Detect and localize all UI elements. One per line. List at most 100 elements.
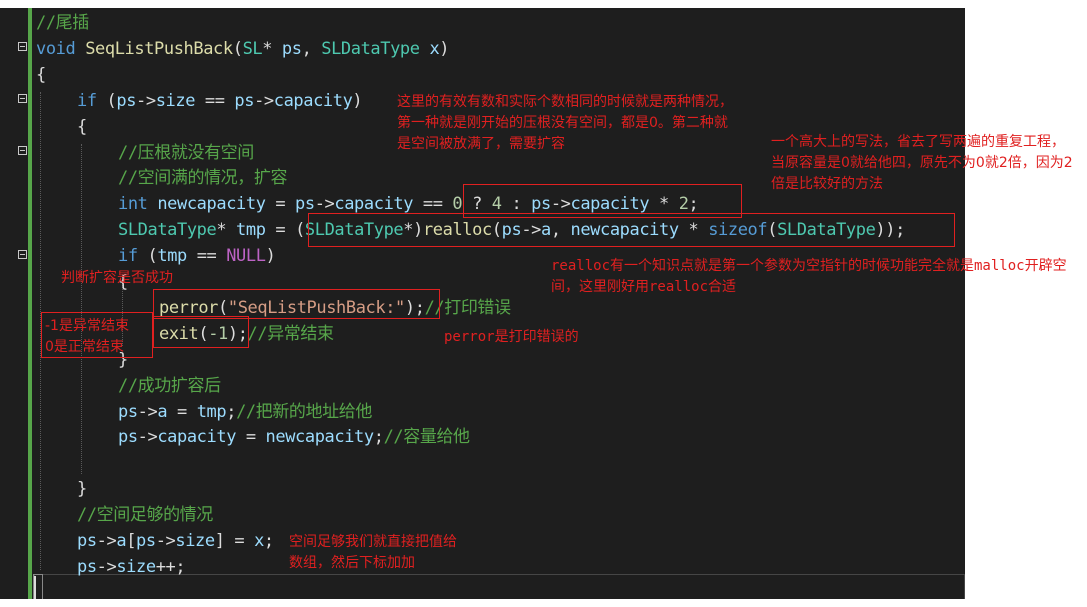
- code-line[interactable]: void SeqListPushBack(SL* ps, SLDataType …: [36, 36, 450, 62]
- code-token: ->: [314, 194, 335, 215]
- code-token: //成功扩容后: [118, 375, 221, 396]
- perror-highlight-box: [153, 289, 440, 319]
- code-token: ps: [118, 427, 138, 448]
- code-token: {: [77, 116, 87, 137]
- code-token: (: [295, 220, 305, 241]
- code-token: =: [236, 427, 266, 448]
- code-token: x: [254, 531, 264, 551]
- code-token: ps: [136, 531, 156, 551]
- code-token: newcapacity: [265, 427, 375, 448]
- note-realloc: realloc有一个知识点就是第一个参数为空指针的时候功能完全就是malloc开…: [551, 258, 1067, 295]
- code-token: ->: [136, 90, 156, 111]
- code-token: a: [157, 401, 168, 422]
- code-token: [: [126, 531, 137, 551]
- fold-minus-icon[interactable]: [18, 42, 27, 51]
- code-token: x: [429, 38, 440, 59]
- code-token: ->: [96, 531, 117, 551]
- note-ternary: 一个高大上的写法，省去了写两遍的重复工程，当原容量是0就给他四，原先不为0就2倍…: [771, 134, 1073, 192]
- code-token: ps: [77, 556, 97, 577]
- code-token: ps: [281, 38, 302, 59]
- code-line[interactable]: {: [36, 62, 46, 88]
- code-token: //空间足够的情况: [77, 505, 213, 526]
- code-token: ->: [137, 427, 158, 448]
- code-line[interactable]: //空间满的情况，扩容: [118, 165, 287, 191]
- code-token: ps: [77, 531, 97, 551]
- code-token: if: [77, 90, 107, 111]
- code-token: ps: [118, 401, 138, 422]
- code-token: size: [175, 531, 215, 551]
- code-token: ): [352, 90, 363, 111]
- note-perror: perror是打印错误的: [444, 329, 579, 345]
- code-line[interactable]: //压根就没有空间: [118, 140, 254, 166]
- change-indicator-bar: [28, 8, 32, 599]
- code-token: SL: [242, 38, 263, 59]
- code-line[interactable]: if (tmp == NULL): [118, 243, 276, 269]
- code-token: {: [36, 64, 46, 85]
- code-token: //异常结束: [247, 323, 334, 344]
- code-token: SLDataType: [118, 220, 217, 241]
- code-line[interactable]: {: [77, 114, 87, 140]
- code-token: tmp: [196, 401, 227, 422]
- code-token: size: [155, 90, 196, 111]
- code-line[interactable]: }: [77, 476, 87, 502]
- code-token: capacity: [273, 90, 353, 111]
- code-token: ->: [254, 90, 274, 111]
- code-token: ps: [234, 90, 255, 111]
- code-token: ,: [301, 38, 322, 59]
- code-token: capacity: [334, 194, 414, 215]
- code-token: void: [36, 38, 86, 59]
- note-enough-space: 空间足够我们就直接把值给数组，然后下标加加: [289, 534, 457, 571]
- code-token: a: [116, 531, 127, 551]
- code-token: =: [265, 194, 296, 215]
- code-token: tmp: [157, 246, 187, 267]
- code-token: NULL: [226, 246, 266, 267]
- code-token: (: [232, 38, 243, 59]
- code-token: ;: [373, 427, 384, 448]
- code-token: ;: [263, 531, 274, 551]
- indent-guide: [81, 144, 82, 474]
- code-token: //容量给他: [383, 427, 470, 448]
- code-token: ->: [137, 401, 158, 422]
- code-token: SeqListPushBack: [85, 38, 233, 59]
- code-line[interactable]: ps->a = tmp;//把新的地址给他: [118, 399, 372, 425]
- code-line[interactable]: if (ps->size == ps->capacity): [77, 88, 363, 114]
- code-token: (: [106, 90, 117, 111]
- code-token: int: [118, 194, 158, 215]
- editor-gutter: [0, 8, 34, 599]
- fold-minus-icon[interactable]: [18, 146, 27, 155]
- code-line[interactable]: //尾插: [36, 10, 89, 36]
- code-token: ): [265, 246, 276, 267]
- code-token: //空间满的情况，扩容: [118, 168, 288, 189]
- code-line[interactable]: ps->capacity = newcapacity;//容量给他: [118, 424, 470, 450]
- code-token: tmp: [236, 220, 266, 241]
- text-cursor: [34, 576, 36, 599]
- code-token: size: [116, 556, 156, 577]
- code-token: ps: [295, 194, 315, 215]
- code-token: ): [439, 38, 450, 59]
- code-token: ==: [413, 194, 453, 215]
- code-line[interactable]: ps->size++;: [77, 554, 186, 580]
- note-exit-codes: -1是异常结束 0是正常结束: [45, 318, 129, 355]
- code-token: 0: [452, 194, 463, 215]
- code-token: //压根就没有空间: [118, 142, 254, 163]
- code-token: ++;: [155, 556, 186, 577]
- fold-minus-icon[interactable]: [18, 250, 27, 259]
- fold-minus-icon[interactable]: [18, 94, 27, 103]
- code-line[interactable]: //空间足够的情况: [77, 502, 213, 528]
- code-token: ps: [116, 90, 137, 111]
- code-token: (: [147, 246, 158, 267]
- code-token: *: [262, 38, 282, 59]
- code-token: //尾插: [36, 13, 89, 33]
- exit-highlight-box: [153, 316, 249, 348]
- code-line[interactable]: ps->a[ps->size] = x;: [77, 528, 274, 554]
- code-token: *: [216, 220, 237, 241]
- code-token: ->: [155, 531, 176, 551]
- code-token: SLDataType: [321, 38, 420, 59]
- code-token: ==: [186, 246, 227, 267]
- code-token: ->: [96, 556, 117, 577]
- code-token: newcapacity: [157, 194, 266, 215]
- code-token: capacity: [157, 427, 237, 448]
- note-check-realloc: 判断扩容是否成功: [61, 270, 173, 286]
- code-line[interactable]: //成功扩容后: [118, 373, 221, 399]
